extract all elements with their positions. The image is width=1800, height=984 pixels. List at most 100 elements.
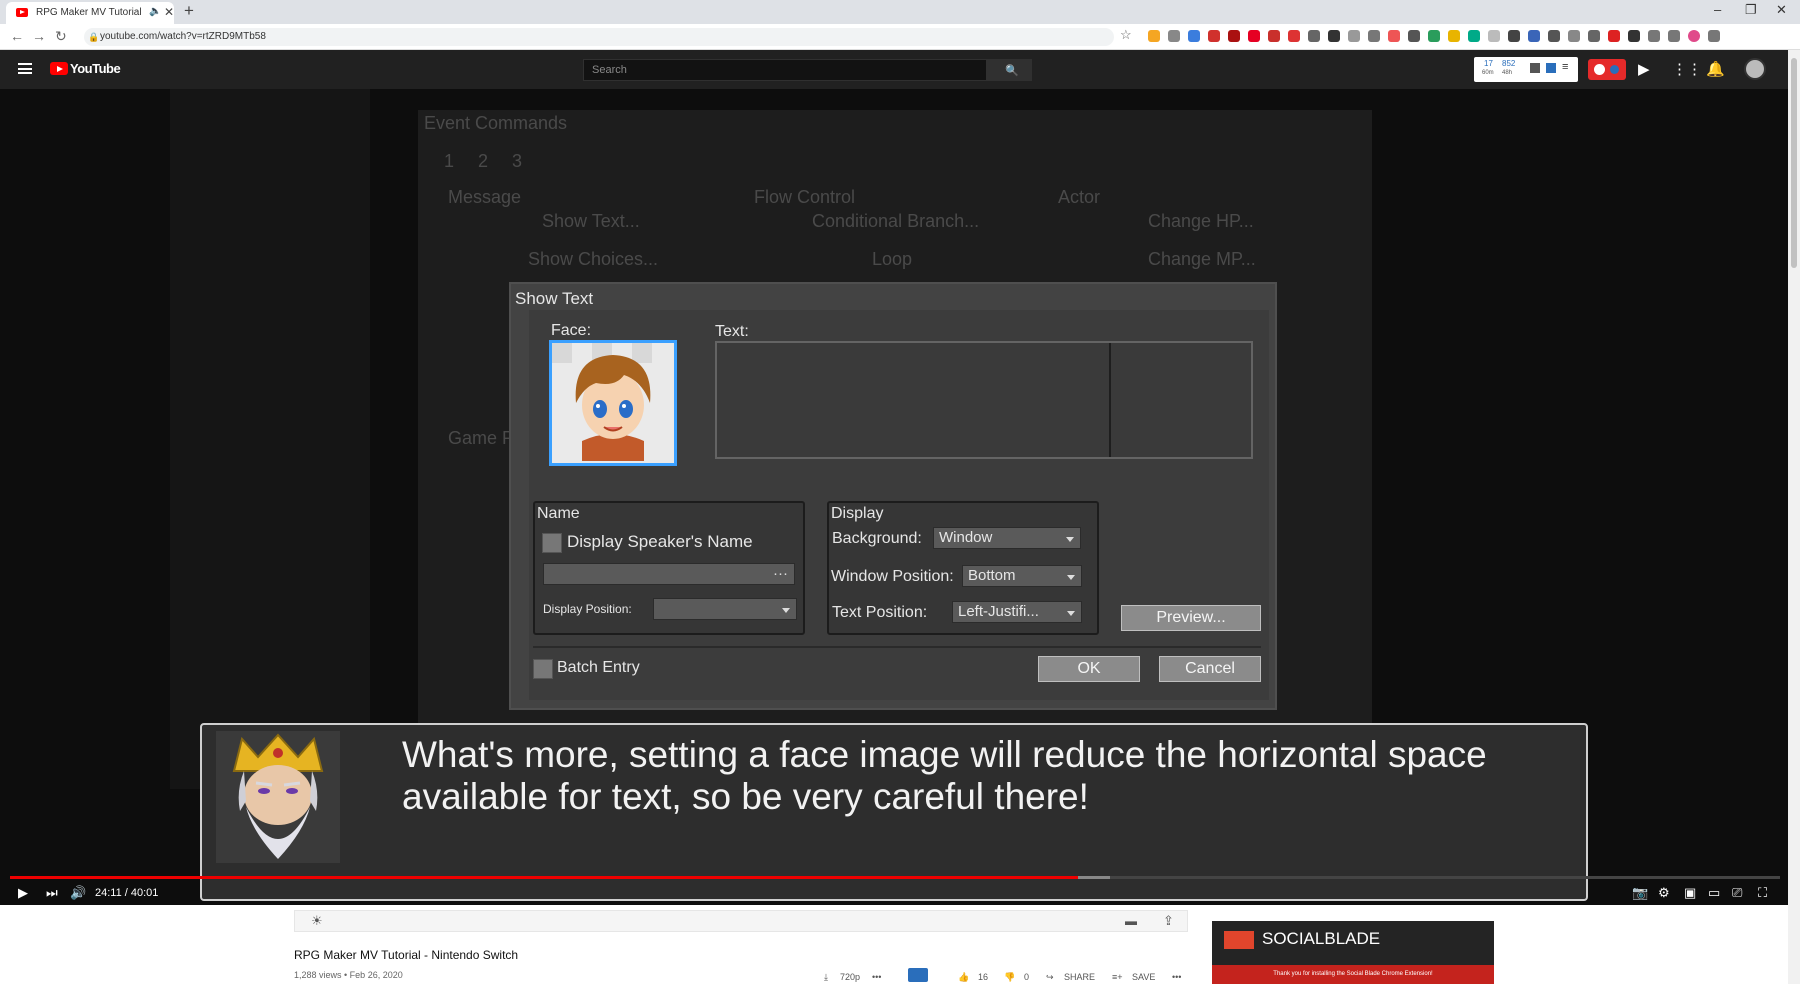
- socialblade-banner[interactable]: SOCIALBLADE Thank you for installing the…: [1212, 921, 1494, 984]
- search-button[interactable]: 🔍: [987, 59, 1032, 81]
- back-icon[interactable]: ←: [10, 28, 24, 44]
- dislike-icon[interactable]: 👎: [1004, 972, 1015, 983]
- bg-button-show-text: Show Text...: [542, 211, 640, 231]
- cancel-button[interactable]: Cancel: [1159, 656, 1261, 682]
- play-button[interactable]: ▶: [18, 885, 28, 901]
- extension-icon[interactable]: [1528, 30, 1540, 42]
- scrollbar-thumb[interactable]: [1791, 58, 1797, 268]
- extension-icon[interactable]: [1228, 30, 1240, 42]
- speaker-icon[interactable]: 🔈: [149, 6, 161, 17]
- restore-icon[interactable]: ❐: [1745, 2, 1757, 18]
- new-tab-button[interactable]: +: [184, 1, 194, 21]
- display-position-label: Display Position:: [543, 602, 632, 616]
- extension-icon[interactable]: [1348, 30, 1360, 42]
- extension-icon[interactable]: [1488, 30, 1500, 42]
- browser-menu-icon[interactable]: [1708, 30, 1720, 42]
- extension-icon[interactable]: [1408, 30, 1420, 42]
- download-icon[interactable]: ⤓: [824, 972, 828, 983]
- next-button[interactable]: ⏭: [46, 885, 58, 901]
- reading-list-icon[interactable]: [1668, 30, 1680, 42]
- progress-bar[interactable]: [10, 876, 1780, 879]
- message-text-area[interactable]: [715, 341, 1253, 459]
- save-button[interactable]: SAVE: [1132, 972, 1155, 982]
- create-video-icon[interactable]: ▶: [1638, 60, 1650, 78]
- profile-avatar[interactable]: [1688, 30, 1700, 42]
- close-tab-icon[interactable]: ✕: [164, 5, 174, 19]
- preview-button[interactable]: Preview...: [1121, 605, 1261, 631]
- url-bar[interactable]: 🔒 youtube.com/watch?v=rtZRD9MTb58: [84, 28, 1114, 46]
- extension-icon[interactable]: [1248, 30, 1260, 42]
- face-image[interactable]: [549, 340, 677, 466]
- settings-icon[interactable]: ⚙: [1658, 885, 1670, 901]
- theater-mode-icon[interactable]: ▭: [1708, 885, 1720, 901]
- socialblade-stats-widget[interactable]: 17 852 60m 48h ≡: [1474, 57, 1578, 82]
- camera-icon[interactable]: ▬: [1125, 914, 1137, 928]
- chevron-down-icon: [1067, 611, 1075, 616]
- speaker-name-field[interactable]: ···: [543, 563, 795, 585]
- close-window-icon[interactable]: ✕: [1776, 2, 1787, 18]
- socialblade-logo-icon: [1224, 931, 1254, 949]
- extension-icon[interactable]: [1508, 30, 1520, 42]
- cast-icon[interactable]: ⎚: [1732, 885, 1742, 901]
- account-avatar[interactable]: [1744, 58, 1766, 80]
- extension-icon[interactable]: [1188, 30, 1200, 42]
- share-icon[interactable]: ↪: [1046, 972, 1054, 983]
- puzzle-icon[interactable]: [1628, 30, 1640, 42]
- more-actions-icon[interactable]: •••: [1172, 972, 1181, 982]
- forward-icon[interactable]: →: [32, 28, 46, 44]
- extension-icon[interactable]: [1608, 30, 1620, 42]
- extension-icon[interactable]: [1468, 30, 1480, 42]
- extension-icon[interactable]: [1448, 30, 1460, 42]
- extension-icon[interactable]: [1428, 30, 1440, 42]
- like-count: 16: [978, 972, 989, 982]
- extension-icon[interactable]: [1568, 30, 1580, 42]
- volume-icon[interactable]: 🔊: [70, 885, 86, 901]
- extension-icon[interactable]: [1388, 30, 1400, 42]
- share-out-icon[interactable]: ⇪: [1163, 913, 1174, 929]
- display-position-select[interactable]: [653, 598, 797, 620]
- extension-play-icon[interactable]: [908, 968, 928, 982]
- youtube-wordmark[interactable]: YouTube: [70, 61, 121, 76]
- batch-entry-checkbox[interactable]: [533, 659, 553, 679]
- more-options-icon[interactable]: •••: [872, 972, 881, 982]
- extension-icon[interactable]: [1168, 30, 1180, 42]
- video-player[interactable]: Event Commands 1 2 3 Message Flow Contro…: [0, 89, 1788, 905]
- save-icon[interactable]: ≡+: [1112, 972, 1123, 982]
- background-select[interactable]: Window: [933, 527, 1081, 549]
- ok-button[interactable]: OK: [1038, 656, 1140, 682]
- display-speaker-checkbox[interactable]: [542, 533, 562, 553]
- url-text: youtube.com/watch?v=rtZRD9MTb58: [100, 31, 266, 42]
- extension-icon[interactable]: [1588, 30, 1600, 42]
- miniplayer-icon[interactable]: ▣: [1684, 885, 1696, 901]
- notifications-bell-icon[interactable]: 🔔: [1706, 60, 1725, 78]
- extension-icon[interactable]: [1368, 30, 1380, 42]
- extension-toggle-button[interactable]: [1588, 59, 1626, 80]
- bookmark-star-icon[interactable]: ☆: [1120, 27, 1132, 43]
- fullscreen-icon[interactable]: ⛶: [1758, 885, 1767, 901]
- browser-tab[interactable]: RPG Maker MV Tutorial - Ni 🔈 ✕: [6, 2, 174, 24]
- extension-icon[interactable]: [1268, 30, 1280, 42]
- screenshot-icon[interactable]: 📷: [1632, 885, 1648, 901]
- text-position-value: Left-Justifi...: [958, 603, 1039, 620]
- extension-icon[interactable]: [1548, 30, 1560, 42]
- extension-icon[interactable]: [1148, 30, 1160, 42]
- cast-icon[interactable]: [1648, 30, 1660, 42]
- extension-icon[interactable]: [1208, 30, 1220, 42]
- page-scrollbar[interactable]: [1788, 50, 1800, 984]
- extension-icon[interactable]: [1308, 30, 1320, 42]
- hamburger-menu-icon[interactable]: [18, 63, 32, 74]
- like-icon[interactable]: 👍: [958, 972, 969, 983]
- youtube-logo-icon[interactable]: [50, 62, 68, 75]
- apps-grid-icon[interactable]: ⋮⋮: [1672, 60, 1702, 78]
- search-input[interactable]: Search: [583, 59, 987, 81]
- extension-icon[interactable]: [1288, 30, 1300, 42]
- socialblade-name: SOCIALBLADE: [1262, 929, 1381, 948]
- brightness-icon[interactable]: ☀: [311, 913, 323, 929]
- window-position-select[interactable]: Bottom: [962, 565, 1082, 587]
- text-position-select[interactable]: Left-Justifi...: [952, 601, 1082, 623]
- reload-icon[interactable]: ↻: [55, 28, 67, 45]
- minimize-icon[interactable]: –: [1714, 2, 1721, 17]
- quality-label[interactable]: 720p: [840, 972, 860, 982]
- share-button[interactable]: SHARE: [1064, 972, 1095, 982]
- extension-icon[interactable]: [1328, 30, 1340, 42]
